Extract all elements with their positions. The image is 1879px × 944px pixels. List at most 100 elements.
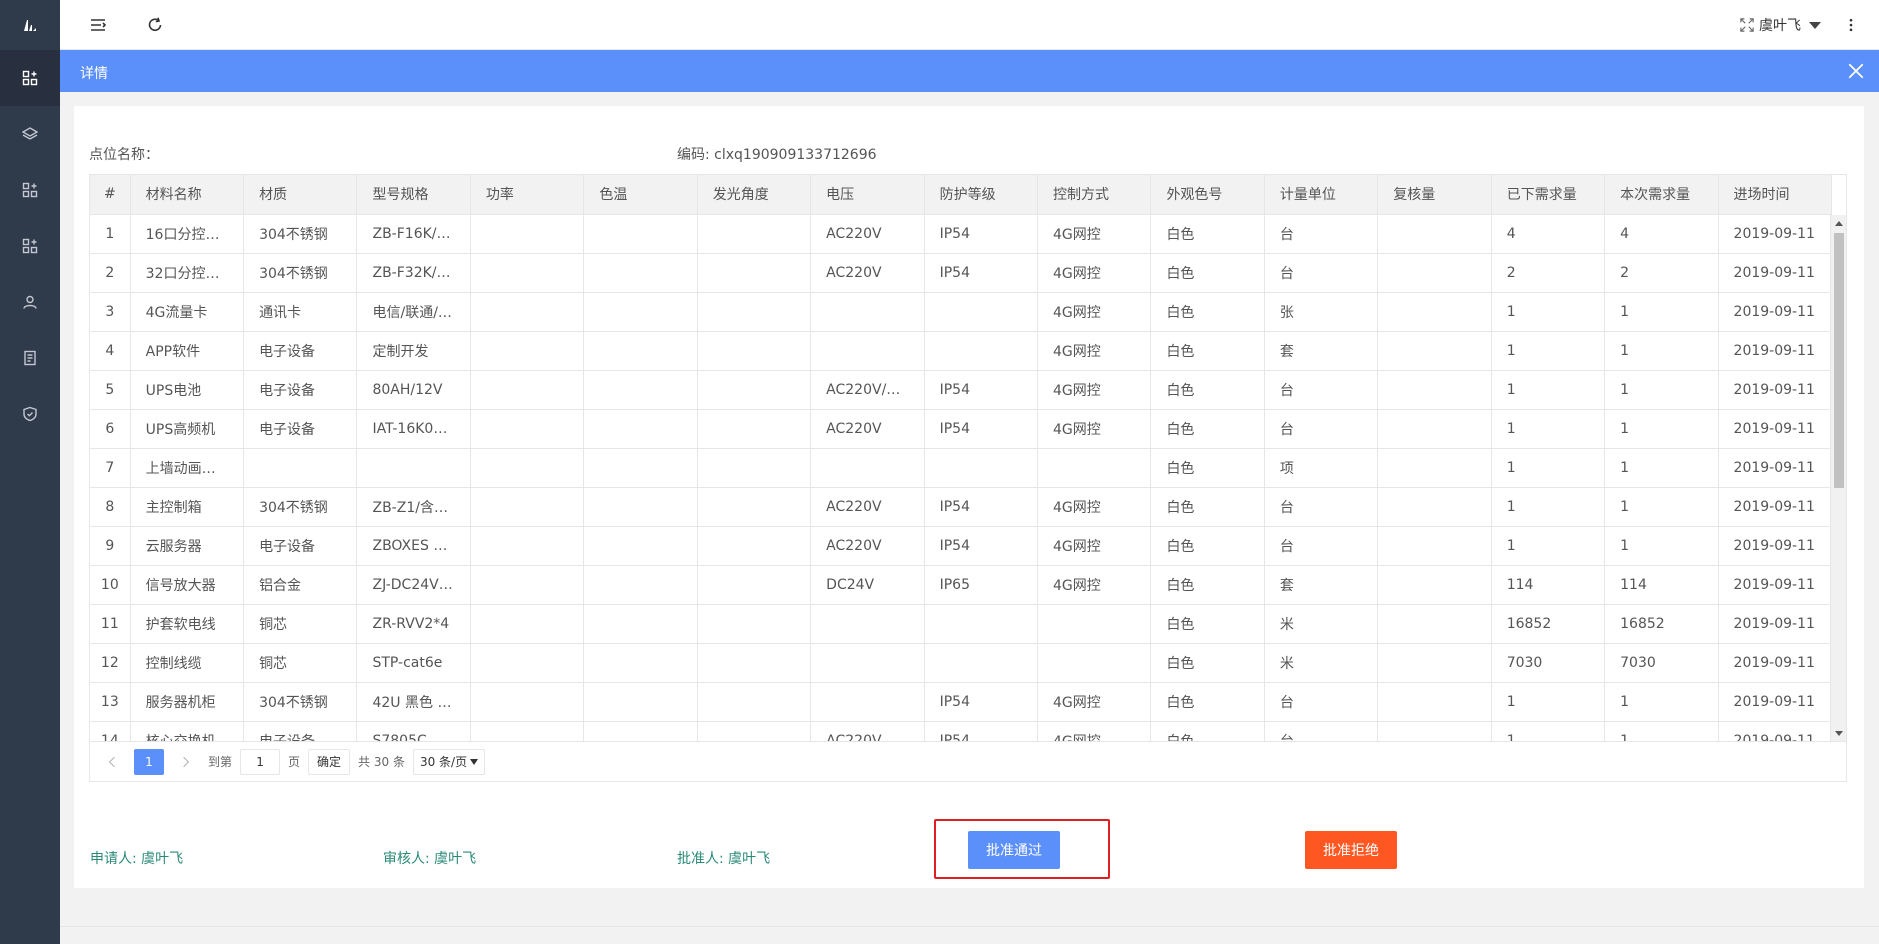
table-cell: [1377, 370, 1492, 410]
table-cell: [924, 448, 1039, 488]
table-cell: 304不锈钢: [243, 487, 358, 527]
table-cell: 114: [1604, 565, 1719, 605]
table-cell: 台: [1264, 253, 1379, 293]
more-icon[interactable]: [1841, 15, 1861, 35]
goto-page-input[interactable]: 1: [240, 748, 281, 775]
table-row[interactable]: 13 服务器机柜 304不锈钢 42U 黑色 … IP54 4G网控 白色台 1 1 2019-0…: [90, 682, 1833, 722]
scroll-up-icon[interactable]: [1835, 221, 1843, 226]
fullscreen-icon[interactable]: [1737, 15, 1757, 35]
column-header[interactable]: 已下需求量: [1491, 175, 1606, 215]
table-row[interactable]: 4 APP软件 电子设备 定制开发 4G网控 白色套 1 1 2019-09-11: [90, 331, 1833, 371]
nav-layers-icon[interactable]: [0, 106, 60, 162]
table-cell: 4G网控: [1037, 214, 1152, 254]
table-row[interactable]: 8 主控制箱 304不锈钢 ZB-Z1/含… AC220V IP54 4G网控 白色台 1 1 20…: [90, 487, 1833, 527]
table-cell: 白色: [1150, 643, 1265, 683]
prev-page-icon[interactable]: [98, 749, 126, 775]
table-row[interactable]: 10 信号放大器 铝合金 ZJ-DC24V… DC24V IP65 4G网控 白色套 114 11…: [90, 565, 1833, 605]
table-cell: 4G网控: [1037, 682, 1152, 722]
scroll-thumb[interactable]: [1834, 233, 1844, 488]
column-header[interactable]: 控制方式: [1037, 175, 1152, 215]
table-cell: 服务器机柜: [130, 682, 245, 722]
table-cell: [697, 448, 812, 488]
table-row[interactable]: 9 云服务器 电子设备 ZBOXES … AC220V IP54 4G网控 白色台 1 1 2019…: [90, 526, 1833, 566]
table-row[interactable]: 12 控制线缆 铜芯 STP-cat6e 白色米 7030 7030 2019-09-11: [90, 643, 1833, 683]
table-cell: 1: [1604, 682, 1719, 722]
column-header[interactable]: 计量单位: [1264, 175, 1379, 215]
nav-modules-icon[interactable]: [0, 218, 60, 274]
table-cell: 2019-09-11: [1718, 253, 1833, 293]
table-row[interactable]: 2 32口分控… 304不锈钢 ZB-F32K/… AC220V IP54 4G网控 白色台 2…: [90, 253, 1833, 293]
reject-button[interactable]: 批准拒绝: [1305, 831, 1397, 869]
table-row[interactable]: 5 UPS电池 电子设备 80AH/12V AC220V/D… IP54 4G网控 白色台 1 1…: [90, 370, 1833, 410]
nav-document-icon[interactable]: [0, 330, 60, 386]
nav-apps-icon[interactable]: [0, 162, 60, 218]
column-header[interactable]: #: [90, 175, 131, 215]
menu-toggle-icon[interactable]: [88, 15, 108, 35]
nav-user-icon[interactable]: [0, 274, 60, 330]
table-cell: 4: [1604, 214, 1719, 254]
table-cell: [470, 370, 585, 410]
table-cell: [470, 214, 585, 254]
goto-confirm-button[interactable]: 确定: [308, 748, 351, 775]
page-size-select[interactable]: 30 条/页: [412, 748, 485, 775]
column-header[interactable]: 型号规格: [356, 175, 471, 215]
table-row[interactable]: 1 16口分控… 304不锈钢 ZB-F16K/… AC220V IP54 4G网控 白色台 4…: [90, 214, 1833, 254]
approve-button[interactable]: 批准通过: [968, 831, 1060, 869]
table-cell: 2019-09-11: [1718, 370, 1833, 410]
table-cell: 4: [90, 331, 131, 371]
column-header[interactable]: 本次需求量: [1604, 175, 1719, 215]
table-cell: IP54: [924, 253, 1039, 293]
table-cell: [1037, 643, 1152, 683]
column-header[interactable]: 进场时间: [1718, 175, 1833, 215]
column-header[interactable]: 功率: [470, 175, 585, 215]
table-cell: 上墙动画…: [130, 448, 245, 488]
table-cell: 白色: [1150, 253, 1265, 293]
table-cell: 套: [1264, 331, 1379, 371]
table-cell: [583, 370, 698, 410]
column-header[interactable]: 发光角度: [697, 175, 812, 215]
table-cell: 1: [1604, 448, 1719, 488]
table-cell: [583, 253, 698, 293]
table-cell: [697, 370, 812, 410]
user-menu[interactable]: 虞叶飞: [1759, 15, 1821, 35]
scroll-down-icon[interactable]: [1835, 731, 1843, 736]
table-cell: [1377, 409, 1492, 449]
table-cell: 白色: [1150, 682, 1265, 722]
table-cell: IP54: [924, 526, 1039, 566]
table-cell: 1: [1491, 448, 1606, 488]
table-cell: 2019-09-11: [1718, 643, 1833, 683]
column-header[interactable]: 电压: [810, 175, 925, 215]
column-header[interactable]: 外观色号: [1150, 175, 1265, 215]
close-icon[interactable]: [1847, 62, 1865, 80]
column-header[interactable]: 材料名称: [130, 175, 245, 215]
next-page-icon[interactable]: [172, 749, 200, 775]
column-header[interactable]: 材质: [243, 175, 358, 215]
nav-dashboard-icon[interactable]: [0, 50, 60, 106]
vertical-scrollbar[interactable]: [1830, 215, 1846, 742]
table-cell: 4G流量卡: [130, 292, 245, 332]
table-row[interactable]: 3 4G流量卡 通讯卡 电信/联通/… 4G网控 白色张 1 1 2019-09-11: [90, 292, 1833, 332]
table-cell: [470, 487, 585, 527]
current-page-button[interactable]: 1: [134, 748, 164, 775]
table-cell: IP54: [924, 487, 1039, 527]
table-cell: 信号放大器: [130, 565, 245, 605]
top-header: 虞叶飞: [60, 0, 1879, 50]
nav-shield-icon[interactable]: [0, 386, 60, 442]
table-row[interactable]: 6 UPS高频机 电子设备 IAT-16K00… AC220V IP54 4G网控 白色台 1 1…: [90, 409, 1833, 449]
table-row[interactable]: 11 护套软电线 铜芯 ZR-RVV2*4 白色米 16852 16852 2019-09-1…: [90, 604, 1833, 644]
table-cell: 台: [1264, 682, 1379, 722]
column-header[interactable]: 色温: [583, 175, 698, 215]
column-header[interactable]: 防护等级: [924, 175, 1039, 215]
refresh-icon[interactable]: [145, 15, 165, 35]
column-header[interactable]: 复核量: [1377, 175, 1492, 215]
table-cell: 白色: [1150, 526, 1265, 566]
table-row[interactable]: 7 上墙动画… 白色项 1 1 2019-09-11: [90, 448, 1833, 488]
chevron-down-icon: [469, 758, 478, 765]
table-cell: [583, 682, 698, 722]
dialog-body: 点位名称： 编码: clxq190909133712696 # 材料名称 材质 型号规…: [60, 92, 1879, 926]
logo-icon[interactable]: [0, 0, 60, 50]
table-cell: 1: [1604, 409, 1719, 449]
table-cell: 4G网控: [1037, 292, 1152, 332]
table-cell: [697, 214, 812, 254]
table-cell: 304不锈钢: [243, 682, 358, 722]
